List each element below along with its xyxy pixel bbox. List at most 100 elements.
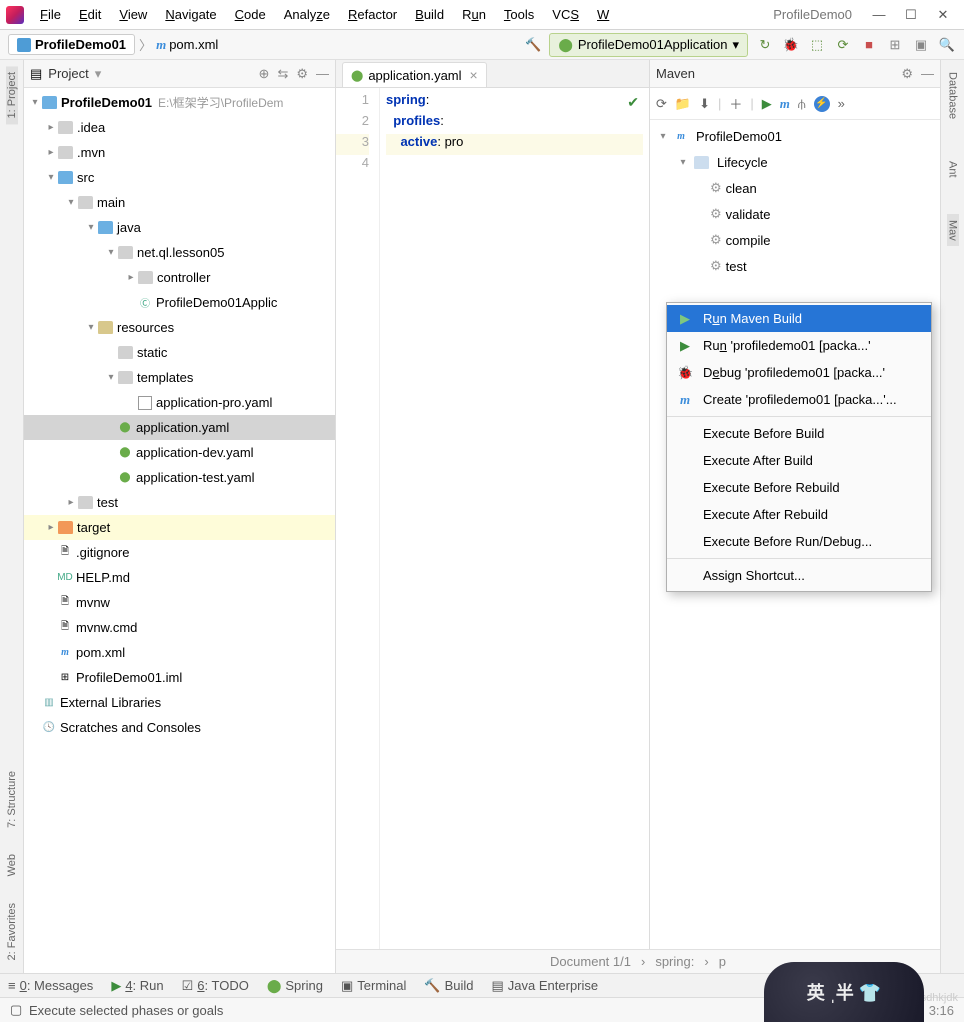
editor-tab-application-yaml[interactable]: ⬤ application.yaml ×	[342, 62, 487, 87]
inspection-ok-icon[interactable]: ✔	[627, 94, 639, 111]
toggle-icon[interactable]: ⫛	[798, 96, 806, 112]
run-config-selector[interactable]: ⬤ ProfileDemo01Application ▾	[549, 33, 748, 57]
project-tree[interactable]: ▾ProfileDemo01E:\框架学习\ProfileDem ▸.idea …	[24, 88, 335, 1000]
reimport-icon[interactable]: ⟳	[656, 96, 667, 112]
tree-node-yaml-test[interactable]: application-test.yaml	[136, 470, 255, 485]
menu-tools[interactable]: Tools	[496, 3, 542, 26]
chevron-down-icon[interactable]: ▾	[95, 66, 102, 82]
maven-project-label[interactable]: ProfileDemo01	[696, 129, 782, 144]
coverage-icon[interactable]: ⬚	[808, 36, 826, 54]
add-icon[interactable]: ＋	[729, 94, 742, 113]
tool-messages[interactable]: ≡0: Messages	[8, 978, 93, 993]
breadcrumb-node[interactable]: p	[719, 954, 726, 969]
stop-icon[interactable]: ■	[860, 36, 878, 54]
tree-node-help[interactable]: HELP.md	[76, 570, 130, 585]
tree-node-iml[interactable]: ProfileDemo01.iml	[76, 670, 182, 685]
tool-build[interactable]: 🔨Build	[424, 978, 473, 994]
minimize-button[interactable]: —	[864, 3, 894, 27]
build-icon[interactable]: 🔨	[525, 37, 541, 53]
maven-icon[interactable]: m	[780, 96, 790, 112]
menu-run[interactable]: Run	[454, 3, 494, 26]
tree-node-mvnwcmd[interactable]: mvnw.cmd	[76, 620, 137, 635]
select-opened-icon[interactable]: ⊕	[259, 66, 270, 82]
menu-file[interactable]: File	[32, 3, 69, 26]
ctx-debug-profiledemo[interactable]: 🐞Debug 'profiledemo01 [packa...'	[667, 359, 931, 386]
menu-navigate[interactable]: Navigate	[157, 3, 224, 26]
generate-sources-icon[interactable]: 📁	[675, 96, 691, 112]
ctx-run-profiledemo[interactable]: ▶Run 'profiledemo01 [packa...'	[667, 332, 931, 359]
maven-goal-clean[interactable]: clean	[726, 181, 757, 196]
strip-tab-web[interactable]: Web	[6, 848, 18, 882]
settings-icon[interactable]: ⚙	[296, 66, 308, 82]
tree-node-test[interactable]: test	[97, 495, 118, 510]
menu-refactor[interactable]: Refactor	[340, 3, 405, 26]
debug-icon[interactable]: 🐞	[782, 36, 800, 54]
tree-node-java[interactable]: java	[117, 220, 141, 235]
editor-body[interactable]: 1234 spring: profiles: active: pro ✔	[336, 88, 649, 1000]
tree-node-resources[interactable]: resources	[117, 320, 174, 335]
ctx-exec-before-rebuild[interactable]: Execute Before Rebuild	[667, 474, 931, 501]
profile-icon[interactable]: ⟳	[834, 36, 852, 54]
strip-tab-maven[interactable]: Mav	[947, 214, 959, 247]
project-panel-title[interactable]: Project	[48, 66, 88, 81]
menu-code[interactable]: Code	[227, 3, 274, 26]
tree-node-src[interactable]: src	[77, 170, 94, 185]
tool-run[interactable]: ▶4: Run	[111, 978, 163, 994]
maximize-button[interactable]: ☐	[896, 3, 926, 27]
breadcrumb-node[interactable]: spring:	[655, 954, 694, 969]
ctx-assign-shortcut[interactable]: Assign Shortcut...	[667, 562, 931, 589]
status-caret-position[interactable]: 3:16	[929, 1003, 954, 1018]
settings-icon[interactable]: ⚙	[901, 66, 913, 82]
strip-tab-structure[interactable]: 7: Structure	[6, 765, 18, 834]
breadcrumb-doc[interactable]: Document 1/1	[550, 954, 631, 969]
tree-node-mvnw[interactable]: mvnw	[76, 595, 110, 610]
tree-node-yaml-pro[interactable]: application-pro.yaml	[156, 395, 272, 410]
ctx-exec-after-rebuild[interactable]: Execute After Rebuild	[667, 501, 931, 528]
ctx-exec-after-build[interactable]: Execute After Build	[667, 447, 931, 474]
tree-node-external-libraries[interactable]: External Libraries	[60, 695, 161, 710]
menu-view[interactable]: View	[111, 3, 155, 26]
tree-node-package[interactable]: net.ql.lesson05	[137, 245, 224, 260]
hide-icon[interactable]: —	[316, 66, 329, 82]
tree-node-yaml-main[interactable]: application.yaml	[136, 420, 229, 435]
ctx-exec-before-build[interactable]: Execute Before Build	[667, 420, 931, 447]
strip-tab-database[interactable]: Database	[947, 66, 959, 125]
maven-lifecycle-label[interactable]: Lifecycle	[717, 155, 768, 170]
close-icon[interactable]: ×	[470, 67, 478, 83]
tree-node-controller[interactable]: controller	[157, 270, 210, 285]
tree-node-idea[interactable]: .idea	[77, 120, 105, 135]
expand-icon[interactable]: ⇆	[277, 66, 288, 82]
tree-node-yaml-dev[interactable]: application-dev.yaml	[136, 445, 254, 460]
run-icon[interactable]: ▶	[762, 96, 772, 112]
tool-terminal[interactable]: ▣Terminal	[341, 978, 406, 994]
menu-vcs[interactable]: VCS	[544, 3, 587, 26]
ctx-run-maven-build[interactable]: ▶Run Maven Build	[667, 305, 931, 332]
tool-java-enterprise[interactable]: ▤Java Enterprise	[492, 978, 599, 994]
status-icon[interactable]: ▢	[10, 1002, 22, 1018]
tree-node-pom[interactable]: pom.xml	[76, 645, 125, 660]
more-icon[interactable]: »	[838, 96, 845, 111]
menu-window[interactable]: W	[589, 3, 617, 26]
tree-node-static[interactable]: static	[137, 345, 167, 360]
tree-node-scratches[interactable]: Scratches and Consoles	[60, 720, 201, 735]
strip-tab-project[interactable]: 1: Project	[6, 66, 18, 124]
menu-analyze[interactable]: Analyze	[276, 3, 338, 26]
download-icon[interactable]: ⬇	[699, 96, 710, 112]
offline-icon[interactable]: ⚡	[814, 96, 830, 112]
layout-icon[interactable]: ▣	[912, 36, 930, 54]
tree-node-templates[interactable]: templates	[137, 370, 193, 385]
tree-node-application-class[interactable]: ProfileDemo01Applic	[156, 295, 277, 310]
ctx-exec-before-run-debug[interactable]: Execute Before Run/Debug...	[667, 528, 931, 555]
tree-node-main[interactable]: main	[97, 195, 125, 210]
structure-icon[interactable]: ⊞	[886, 36, 904, 54]
menu-edit[interactable]: Edit	[71, 3, 109, 26]
maven-goal-validate[interactable]: validate	[726, 207, 771, 222]
tree-node-mvn[interactable]: .mvn	[77, 145, 105, 160]
maven-goal-compile[interactable]: compile	[726, 233, 771, 248]
menu-build[interactable]: Build	[407, 3, 452, 26]
run-icon[interactable]: ↻	[756, 36, 774, 54]
strip-tab-favorites[interactable]: 2: Favorites	[6, 897, 18, 966]
hide-icon[interactable]: —	[921, 66, 934, 82]
close-button[interactable]: ✕	[928, 3, 958, 27]
tool-todo[interactable]: ☑6: TODO	[182, 978, 249, 994]
